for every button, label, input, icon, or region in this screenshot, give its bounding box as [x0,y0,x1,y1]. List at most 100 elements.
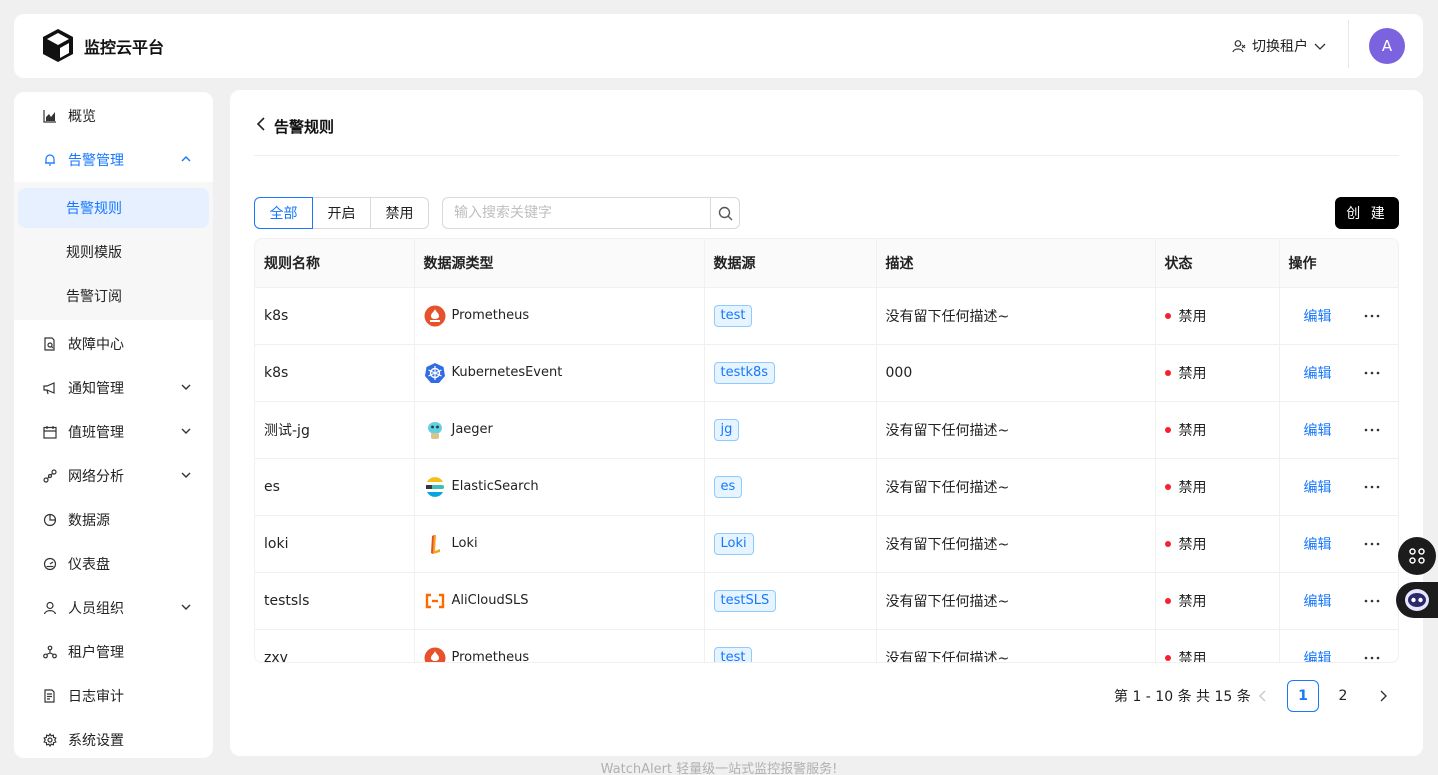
main-content: 告警规则 全部 开启 禁用 创 建 规则名称 数据源类型 数据源 描述 状态 [230,90,1423,756]
status-dot [1164,312,1171,319]
edit-link[interactable]: 编辑 [1304,534,1332,554]
datasource-type-cell: KubernetesEvent [413,344,704,402]
elasticsearch-icon [424,476,446,498]
create-button[interactable]: 创 建 [1335,197,1399,229]
more-icon[interactable] [1364,314,1380,318]
chevron-up-icon [181,156,191,162]
more-icon[interactable] [1364,485,1380,489]
description: 没有留下任何描述~ [875,458,1155,516]
loki-icon [424,533,446,555]
sidebar-item-alert-management[interactable]: 告警管理 [14,140,213,180]
description: 没有留下任何描述~ [875,572,1155,630]
sidebar-item-label: 告警管理 [68,153,124,169]
sidebar-subitem-rule-templates[interactable]: 规则模版 [18,232,209,272]
datasource-type-label: AliCloudSLS [451,593,529,608]
edit-link[interactable]: 编辑 [1304,648,1332,663]
table-row: k8s Prometheus test 没有留下任何描述~ 禁用 编辑 [255,287,1398,345]
table-row: es ElasticSearch es 没有留下任何描述~ 禁用 编辑 [255,458,1398,516]
area-chart-icon [42,108,58,124]
edit-link[interactable]: 编辑 [1304,363,1332,383]
sidebar-item-organization[interactable]: 人员组织 [14,588,213,628]
search-icon [718,206,732,220]
datasource-tag: jg [713,418,740,441]
pagination-next-button[interactable] [1367,680,1399,712]
column-header: 操作 [1278,239,1398,288]
sidebar-item-label: 故障中心 [68,337,124,353]
sidebar-item-label: 网络分析 [68,469,124,485]
actions-cell: 编辑 [1278,287,1398,345]
pie-chart-icon [42,512,58,528]
column-header: 描述 [875,239,1155,288]
sidebar-subitem-alert-subscriptions[interactable]: 告警订阅 [18,276,209,316]
cube-logo-icon [43,29,73,62]
switch-tenant-dropdown[interactable]: 切换租户 [1232,36,1326,56]
back-arrow-icon[interactable] [254,116,268,132]
floating-apps-button[interactable] [1398,537,1436,575]
datasource-type-cell: ElasticSearch [413,458,704,516]
more-icon[interactable] [1364,428,1380,432]
sidebar-item-overview[interactable]: 概览 [14,96,213,136]
chevron-down-icon [1314,43,1326,50]
sidebar-item-settings[interactable]: 系统设置 [14,720,213,758]
sidebar-item-audit-log[interactable]: 日志审计 [14,676,213,716]
status-badge: 禁用 [1178,650,1207,663]
search-input[interactable] [442,197,710,229]
actions-cell: 编辑 [1278,401,1398,459]
filter-disabled-button[interactable]: 禁用 [370,197,429,229]
datasource-type-cell: AliCloudSLS [413,572,704,630]
alicloud-icon [424,590,446,612]
sidebar-item-label: 通知管理 [68,381,124,397]
more-icon[interactable] [1364,599,1380,603]
megaphone-icon [42,380,58,396]
more-icon[interactable] [1364,656,1380,660]
pagination-prev-button[interactable] [1247,680,1279,712]
description: 没有留下任何描述~ [875,401,1155,459]
sidebar-item-label: 租户管理 [68,645,124,661]
search-button[interactable] [710,197,740,229]
command-icon [1409,548,1425,564]
description: 没有留下任何描述~ [875,287,1155,345]
chevron-right-icon [1380,690,1387,702]
sidebar-item-notification[interactable]: 通知管理 [14,368,213,408]
column-header: 数据源类型 [413,239,704,288]
title-divider [254,155,1399,156]
edit-link[interactable]: 编辑 [1304,420,1332,440]
pagination-page-2[interactable]: 2 [1327,680,1359,712]
sidebar-item-tenant[interactable]: 租户管理 [14,632,213,672]
user-icon [42,600,58,616]
status-cell: 禁用 [1154,458,1279,516]
edit-link[interactable]: 编辑 [1304,477,1332,497]
status-dot [1164,426,1171,433]
datasource-cell: testk8s [703,344,876,402]
column-header: 规则名称 [255,239,414,288]
sidebar-item-fault-center[interactable]: 故障中心 [14,324,213,364]
sidebar-item-dashboard[interactable]: 仪表盘 [14,544,213,584]
datasource-cell: test [703,287,876,345]
datasource-type-label: ElasticSearch [451,479,539,494]
datasource-type-cell: Prometheus [413,629,704,662]
sidebar-item-network-analysis[interactable]: 网络分析 [14,456,213,496]
floating-assistant-button[interactable] [1396,582,1438,618]
sidebar-item-oncall[interactable]: 值班管理 [14,412,213,452]
filter-all-button[interactable]: 全部 [254,197,313,229]
description: 没有留下任何描述~ [875,629,1155,662]
filter-enabled-button[interactable]: 开启 [312,197,371,229]
page-title: 告警规则 [274,118,335,136]
sidebar-item-datasource[interactable]: 数据源 [14,500,213,540]
more-icon[interactable] [1364,371,1380,375]
status-cell: 禁用 [1154,629,1279,663]
status-cell: 禁用 [1154,344,1279,402]
column-header: 状态 [1154,239,1279,288]
sidebar: 概览 告警管理 告警规则 规则模版 告警订阅 故障中心 通知管理 值班管理 网络… [14,92,213,758]
sidebar-subitem-alert-rules[interactable]: 告警规则 [18,188,209,228]
edit-link[interactable]: 编辑 [1304,591,1332,611]
sidebar-item-label: 概览 [68,109,96,125]
status-badge: 禁用 [1178,365,1207,382]
top-header: 监控云平台 切换租户 A [14,14,1423,78]
user-avatar[interactable]: A [1369,28,1405,64]
pagination-page-1[interactable]: 1 [1287,680,1319,712]
column-header: 数据源 [703,239,876,288]
edit-link[interactable]: 编辑 [1304,306,1332,326]
more-icon[interactable] [1364,542,1380,546]
jaeger-icon [424,419,446,441]
